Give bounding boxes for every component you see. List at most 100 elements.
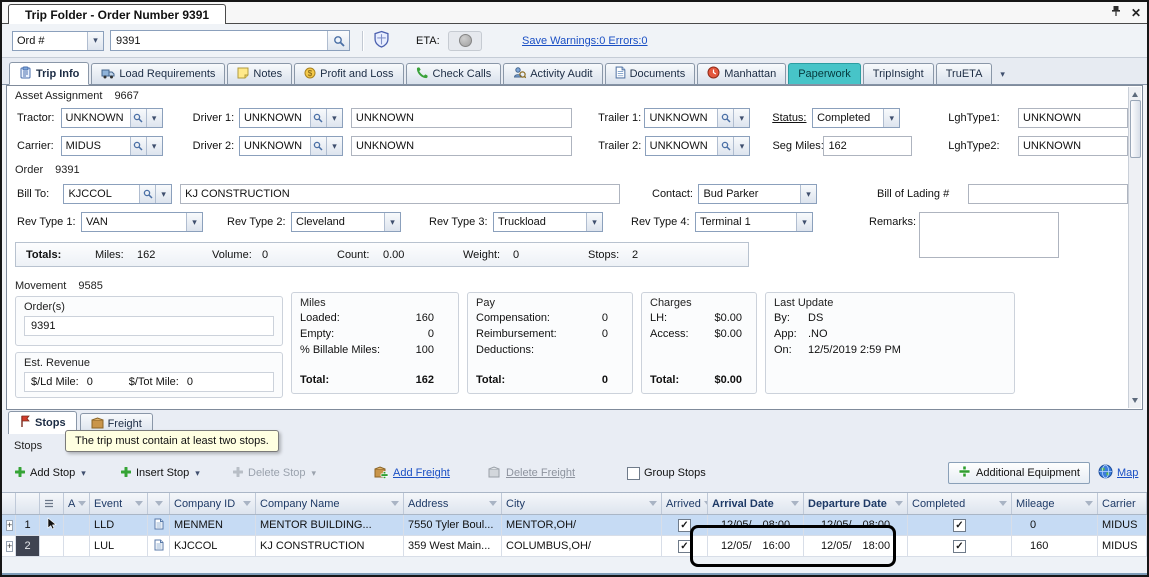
dropdown-arrow-icon[interactable]: ▾ bbox=[326, 109, 342, 127]
filter-icon[interactable] bbox=[489, 501, 497, 506]
rev-type1-combo[interactable]: VAN ▾ bbox=[81, 212, 203, 232]
driver2-combo[interactable]: UNKNOWN ▾ bbox=[239, 136, 343, 156]
filter-icon[interactable] bbox=[391, 501, 399, 506]
dropdown-arrow-icon[interactable]: ▾ bbox=[586, 213, 602, 231]
cell-completed[interactable]: ✓ bbox=[908, 515, 1012, 535]
lookup-icon[interactable] bbox=[130, 137, 146, 155]
lookup-icon[interactable] bbox=[310, 109, 326, 127]
col-header-carrier[interactable]: Carrier bbox=[1098, 493, 1147, 514]
remarks-field[interactable] bbox=[919, 212, 1059, 258]
dropdown-arrow-icon[interactable]: ▾ bbox=[146, 109, 162, 127]
lookup-icon[interactable] bbox=[130, 109, 146, 127]
add-stop-button[interactable]: Add Stop ▾ bbox=[14, 462, 86, 484]
tab-documents[interactable]: Documents bbox=[605, 63, 696, 84]
filter-icon[interactable] bbox=[78, 501, 86, 506]
cell-city[interactable]: MENTOR,OH/ bbox=[502, 515, 662, 535]
col-header-arrival-date[interactable]: Arrival Date bbox=[708, 493, 804, 514]
seg-miles-field[interactable]: 162 bbox=[823, 136, 912, 156]
col-header-event[interactable]: Event bbox=[90, 493, 148, 514]
scrollbar-thumb[interactable] bbox=[1130, 100, 1141, 158]
driver2-name-field[interactable]: UNKNOWN bbox=[351, 136, 572, 156]
col-header-city[interactable]: City bbox=[502, 493, 662, 514]
dropdown-arrow-icon[interactable]: ▾ bbox=[384, 213, 400, 231]
tab-overflow-icon[interactable]: ▾ bbox=[1000, 69, 1005, 80]
dropdown-arrow-icon[interactable]: ▾ bbox=[733, 109, 749, 127]
tab-check-calls[interactable]: Check Calls bbox=[406, 63, 502, 84]
group-stops-checkbox[interactable]: Group Stops bbox=[627, 462, 706, 484]
bill-to-combo[interactable]: KJCCOL ▾ bbox=[63, 184, 172, 204]
col-header-company-name[interactable]: Company Name bbox=[256, 493, 404, 514]
rev-type3-combo[interactable]: Truckload ▾ bbox=[493, 212, 603, 232]
dropdown-arrow-icon[interactable]: ▾ bbox=[87, 32, 103, 50]
col-header-doc[interactable] bbox=[148, 493, 170, 514]
stop-row[interactable]: + 2 LUL KJCCOL KJ CONSTRUCTION 359 West … bbox=[2, 536, 1147, 557]
cell-completed[interactable]: ✓ bbox=[908, 536, 1012, 556]
completed-checkbox[interactable]: ✓ bbox=[953, 519, 966, 532]
cell-expand[interactable]: + bbox=[2, 536, 16, 556]
shield-icon[interactable] bbox=[374, 30, 389, 51]
dropdown-arrow-icon[interactable]: ▾ bbox=[186, 213, 202, 231]
filter-icon[interactable] bbox=[243, 501, 251, 506]
orders-value-field[interactable]: 9391 bbox=[24, 316, 274, 336]
tab-trip-info[interactable]: Trip Info bbox=[9, 62, 89, 85]
scroll-down-icon[interactable] bbox=[1132, 398, 1138, 403]
cell-event[interactable]: LLD bbox=[90, 515, 148, 535]
insert-stop-button[interactable]: Insert Stop ▾ bbox=[120, 462, 200, 484]
cell-expand[interactable]: + bbox=[2, 515, 16, 535]
tractor-combo[interactable]: UNKNOWN ▾ bbox=[61, 108, 163, 128]
cell-doc[interactable] bbox=[148, 515, 170, 535]
cell-company-name[interactable]: KJ CONSTRUCTION bbox=[256, 536, 404, 556]
col-header-rownum[interactable] bbox=[16, 493, 40, 514]
add-freight-link[interactable]: Add Freight bbox=[374, 462, 450, 484]
filter-icon[interactable] bbox=[155, 501, 163, 506]
main-scrollbar[interactable] bbox=[1128, 87, 1141, 408]
tab-profit-and-loss[interactable]: $ Profit and Loss bbox=[294, 63, 403, 84]
dropdown-arrow-icon[interactable]: ▾ bbox=[326, 137, 342, 155]
col-header-company-id[interactable]: Company ID bbox=[170, 493, 256, 514]
tab-tripinsight[interactable]: TripInsight bbox=[863, 63, 934, 84]
carrier-combo[interactable]: MIDUS ▾ bbox=[61, 136, 163, 156]
col-header-completed[interactable]: Completed bbox=[908, 493, 1012, 514]
cell-company-name[interactable]: MENTOR BUILDING... bbox=[256, 515, 404, 535]
cell-company-id[interactable]: MENMEN bbox=[170, 515, 256, 535]
lookup-icon[interactable] bbox=[717, 109, 733, 127]
cell-company-id[interactable]: KJCCOL bbox=[170, 536, 256, 556]
filter-icon[interactable] bbox=[999, 501, 1007, 506]
cell-carrier[interactable]: MIDUS bbox=[1098, 536, 1147, 556]
col-header-address[interactable]: Address bbox=[404, 493, 502, 514]
contact-combo[interactable]: Bud Parker ▾ bbox=[698, 184, 817, 204]
arrived-checkbox[interactable]: ✓ bbox=[678, 519, 691, 532]
dropdown-arrow-icon[interactable]: ▾ bbox=[146, 137, 162, 155]
cell-a[interactable] bbox=[64, 515, 90, 535]
col-header-mileage[interactable]: Mileage bbox=[1012, 493, 1098, 514]
lookup-icon[interactable] bbox=[310, 137, 326, 155]
trailer1-combo[interactable]: UNKNOWN ▾ bbox=[644, 108, 750, 128]
filter-icon[interactable] bbox=[895, 501, 903, 506]
cell-address[interactable]: 7550 Tyler Boul... bbox=[404, 515, 502, 535]
map-link[interactable]: Map bbox=[1098, 462, 1138, 484]
cell-mileage[interactable]: 160 bbox=[1012, 536, 1098, 556]
search-icon[interactable] bbox=[327, 31, 349, 50]
col-header-indicator[interactable] bbox=[40, 493, 64, 514]
col-header-departure-date[interactable]: Departure Date bbox=[804, 493, 908, 514]
additional-equipment-button[interactable]: Additional Equipment bbox=[948, 462, 1090, 484]
tab-notes[interactable]: Notes bbox=[227, 63, 292, 84]
col-header-a[interactable]: A bbox=[64, 493, 90, 514]
cell-mileage[interactable]: 0 bbox=[1012, 515, 1098, 535]
lghtype1-field[interactable]: UNKNOWN bbox=[1018, 108, 1128, 128]
close-button[interactable]: ✕ bbox=[1131, 6, 1141, 20]
lghtype2-field[interactable]: UNKNOWN bbox=[1018, 136, 1128, 156]
bill-to-name-field[interactable]: KJ CONSTRUCTION bbox=[180, 184, 620, 204]
cell-event[interactable]: LUL bbox=[90, 536, 148, 556]
cell-carrier[interactable]: MIDUS bbox=[1098, 515, 1147, 535]
expand-icon[interactable]: + bbox=[6, 520, 13, 531]
completed-checkbox[interactable]: ✓ bbox=[953, 540, 966, 553]
driver1-name-field[interactable]: UNKNOWN bbox=[351, 108, 572, 128]
pin-icon[interactable] bbox=[1111, 5, 1121, 20]
delete-stop-button[interactable]: Delete Stop ▾ bbox=[232, 462, 316, 484]
dropdown-arrow-icon[interactable]: ▾ bbox=[155, 185, 171, 203]
trailer2-combo[interactable]: UNKNOWN ▾ bbox=[645, 136, 751, 156]
bill-of-lading-field[interactable] bbox=[968, 184, 1128, 204]
filter-icon[interactable] bbox=[791, 501, 799, 506]
dropdown-arrow-icon[interactable]: ▾ bbox=[883, 109, 899, 127]
